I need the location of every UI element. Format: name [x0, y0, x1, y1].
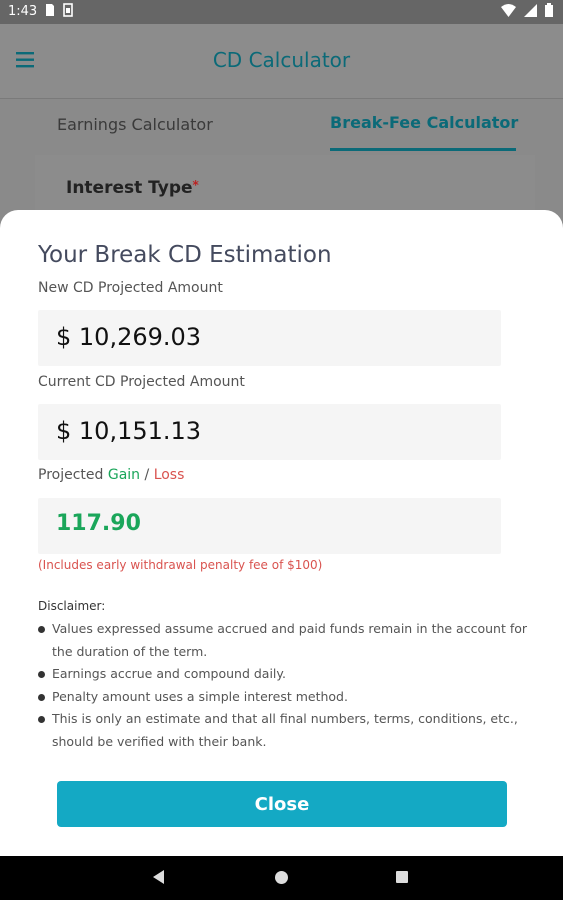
projected-value-box: 117.90 [38, 498, 501, 554]
interest-type-label: Interest Type* [66, 178, 199, 198]
bullet-icon [38, 671, 45, 678]
disclaimer-title: Disclaimer: [38, 599, 106, 613]
tab-break-fee-calculator[interactable]: Break-Fee Calculator [330, 113, 518, 132]
app-bar: CD Calculator [0, 24, 563, 99]
sheet-title: Your Break CD Estimation [38, 242, 332, 268]
penalty-note: (Includes early withdrawal penalty fee o… [38, 558, 323, 572]
projected-gain-loss-label: Projected Gain / Loss [38, 467, 185, 483]
disclaimer-item: Earnings accrue and compound daily. [38, 663, 528, 686]
home-icon[interactable] [275, 871, 288, 884]
status-bar: 1:43 [0, 0, 563, 24]
app-title: CD Calculator [212, 48, 351, 72]
bullet-icon [38, 693, 45, 701]
loss-word: Loss [153, 467, 185, 483]
new-cd-value-box: $ 10,269.03 [38, 310, 501, 366]
disclaimer-list: Values expressed assume accrued and paid… [38, 618, 528, 753]
bullet-icon [38, 626, 45, 633]
disclaimer-item: This is only an estimate and that all fi… [38, 708, 528, 753]
projected-value: 117.90 [56, 511, 141, 536]
new-cd-label: New CD Projected Amount [38, 280, 223, 296]
notification-icons [45, 3, 73, 17]
close-button[interactable]: Close [57, 781, 507, 827]
estimation-bottom-sheet: Your Break CD Estimation New CD Projecte… [0, 210, 563, 856]
active-tab-indicator [330, 148, 516, 151]
system-nav-bar [0, 856, 563, 900]
sim-card-icon [46, 4, 54, 16]
required-mark: * [192, 178, 199, 192]
system-icons [501, 3, 553, 17]
current-cd-value: $ 10,151.13 [56, 417, 202, 445]
status-time: 1:43 [8, 4, 38, 19]
bullet-icon [38, 716, 45, 723]
gain-word: Gain [107, 467, 141, 483]
tab-bar: Earnings Calculator Break-Fee Calculator [0, 99, 563, 155]
back-icon[interactable] [153, 870, 165, 884]
disclaimer-item: Values expressed assume accrued and paid… [38, 618, 528, 663]
wifi-icon [501, 3, 516, 17]
new-cd-value: $ 10,269.03 [56, 323, 202, 351]
current-cd-value-box: $ 10,151.13 [38, 404, 501, 460]
storage-icon [63, 3, 73, 17]
current-cd-label: Current CD Projected Amount [38, 374, 245, 390]
cell-signal-icon [524, 3, 537, 17]
disclaimer-item: Penalty amount uses a simple interest me… [38, 686, 528, 709]
battery-icon [545, 3, 553, 17]
recents-icon[interactable] [396, 871, 408, 883]
tab-earnings-calculator[interactable]: Earnings Calculator [57, 115, 213, 134]
